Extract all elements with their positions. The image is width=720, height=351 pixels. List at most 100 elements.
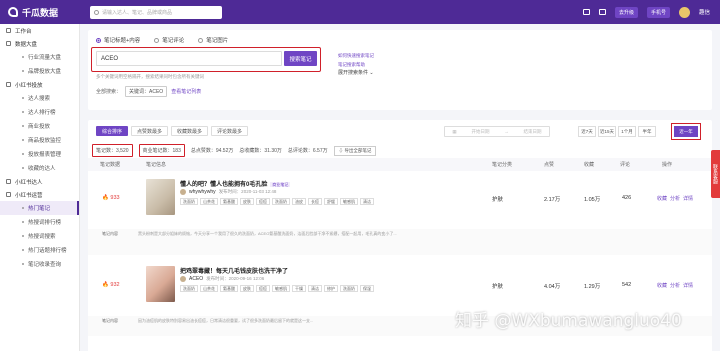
username[interactable]: 趣信 <box>699 8 710 16</box>
sidebar-item-label: 小红书投放 <box>15 82 43 89</box>
mobile-button[interactable]: 手机号 <box>646 6 670 18</box>
range-half-year[interactable]: 半年 <box>638 126 656 137</box>
range-1m[interactable]: 1个月 <box>618 126 636 137</box>
note-title[interactable]: 把鸡翠毒藏！每天几毛钱皮肤也洗干净了 <box>180 266 288 275</box>
keyword-input[interactable]: ACEO <box>96 51 282 66</box>
note-tag[interactable]: 长痘 <box>308 198 322 205</box>
date-start[interactable]: 开始日期 <box>471 129 489 135</box>
col-note-data[interactable]: 笔记数据 <box>100 161 120 168</box>
note-tag[interactable]: 洗面奶 <box>340 285 358 292</box>
detail-link[interactable]: 详情 <box>683 195 693 202</box>
sidebar-item[interactable]: 达人排行榜 <box>0 105 79 119</box>
sort-comprehensive[interactable]: 综合排序 <box>96 126 129 136</box>
analyze-link[interactable]: 分析 <box>670 195 680 202</box>
author-name[interactable]: ACEO <box>189 276 203 282</box>
how-to-search-link[interactable]: 如何快速搜索笔记 <box>338 51 374 60</box>
cart-icon[interactable] <box>582 9 590 15</box>
sidebar-item[interactable]: 小红书达人 <box>0 175 79 188</box>
note-tag[interactable]: 敏感肌 <box>272 285 290 292</box>
note-tag[interactable]: 修护 <box>324 285 338 292</box>
note-tag[interactable]: 山茶花 <box>200 285 218 292</box>
note-title[interactable]: 懂人的吧？懂人也能拥有0毛孔脸 商业笔记 <box>180 179 291 188</box>
sidebar-item[interactable]: 热搜词搜索 <box>0 229 79 243</box>
contact-support-button[interactable]: 联系客服 <box>711 150 720 198</box>
sidebar-item[interactable]: 热门话题排行榜 <box>0 243 79 257</box>
range-1y[interactable]: 近一年 <box>674 126 698 137</box>
col-note-info: 笔记信息 <box>146 162 167 168</box>
date-end[interactable]: 结束日期 <box>524 129 542 135</box>
sidebar-item[interactable]: 工作台 <box>0 24 79 37</box>
scope-option-title-content[interactable]: 笔记标题+内容 <box>96 36 140 44</box>
search-help-link[interactable]: 笔记搜索帮助 <box>338 60 374 69</box>
fire-icon: 🔥 <box>102 282 109 288</box>
note-tag[interactable]: 洗面奶 <box>180 198 198 205</box>
sidebar-item[interactable]: 商业投放 <box>0 119 79 133</box>
range-7d[interactable]: 近7天 <box>578 126 596 137</box>
analyze-link[interactable]: 分析 <box>670 282 680 289</box>
sidebar-item[interactable]: 小红书运营 <box>0 188 79 201</box>
note-thumbnail[interactable] <box>146 179 175 215</box>
sort-likes[interactable]: 点赞数最多 <box>131 126 169 136</box>
note-tag[interactable]: 干燥 <box>292 285 306 292</box>
note-tag[interactable]: 洗面奶 <box>180 285 198 292</box>
note-tag[interactable]: 洗面奶 <box>272 198 290 205</box>
sidebar-item[interactable]: 投放报表管理 <box>0 147 79 161</box>
keyword-filter-chip[interactable]: 关键词：ACEO <box>125 86 168 97</box>
author-name[interactable]: whywhywhy <box>189 189 216 195</box>
sidebar-item[interactable]: 收藏的达人 <box>0 161 79 175</box>
note-tag[interactable]: 氨基酸 <box>220 285 238 292</box>
upgrade-button[interactable]: 去升级 <box>614 6 638 18</box>
sidebar-item[interactable]: 品牌投放大盘 <box>0 64 79 78</box>
sidebar-item[interactable]: 行业流量大盘 <box>0 50 79 64</box>
sidebar-item[interactable]: 热门笔记 <box>0 201 79 215</box>
scope-option-comments[interactable]: 笔记评论 <box>154 36 184 44</box>
collect-link[interactable]: 收藏 <box>657 282 667 289</box>
view-notes-link[interactable]: 查看笔记列表 <box>171 88 201 95</box>
sort-collects[interactable]: 收藏数最多 <box>171 126 209 136</box>
avatar[interactable] <box>678 6 690 18</box>
note-tag[interactable]: 舒缓 <box>324 198 338 205</box>
range-15d[interactable]: 近15天 <box>598 126 616 137</box>
date-range-picker[interactable]: ▦ 开始日期 → 结束日期 <box>444 126 550 137</box>
col-likes[interactable]: 点赞 <box>544 161 554 168</box>
sidebar-item[interactable]: 小红书投放 <box>0 78 79 91</box>
sidebar-item[interactable]: 热搜词排行榜 <box>0 215 79 229</box>
sidebar-item-label: 投放报表管理 <box>28 152 62 158</box>
app-logo[interactable]: 千瓜数据 <box>0 6 80 19</box>
watermark: 知乎 @WXbumawangluo40 <box>455 311 682 331</box>
expand-filters-button[interactable]: 展开搜索条件 ⌄ <box>338 69 374 78</box>
publish-time: 发布时间：2020-11-03 12:48 <box>218 189 277 194</box>
sidebar-item[interactable]: 达人搜索 <box>0 91 79 105</box>
note-tag[interactable]: 清洁 <box>308 285 322 292</box>
scope-option-images[interactable]: 笔记图片 <box>198 36 228 44</box>
table-row[interactable]: 🔥 933 懂人的吧？懂人也能拥有0毛孔脸 商业笔记 whywhywhy 发布时间… <box>88 175 712 225</box>
bullet-icon <box>22 111 24 113</box>
sidebar-item[interactable]: 笔记收录查询 <box>0 257 79 271</box>
global-search-input[interactable]: 请输入达人、笔记、品牌或商品 <box>90 5 222 19</box>
note-thumbnail[interactable] <box>146 266 175 302</box>
col-collects[interactable]: 收藏 <box>584 161 594 168</box>
collect-link[interactable]: 收藏 <box>657 195 667 202</box>
table-row[interactable]: 🔥 932 把鸡翠毒藏！每天几毛钱皮肤也洗干净了 ACEO 发布时间：2020-… <box>88 262 712 312</box>
note-tag[interactable]: 山茶花 <box>200 198 218 205</box>
note-tag[interactable]: 皮肤 <box>240 198 254 205</box>
author-avatar <box>180 276 186 282</box>
sidebar-item-label: 品牌投放大盘 <box>28 69 62 75</box>
detail-link[interactable]: 详情 <box>683 282 693 289</box>
col-comments[interactable]: 评论 <box>620 161 630 168</box>
sort-comments[interactable]: 评论数最多 <box>211 126 249 136</box>
note-tag[interactable]: 保湿 <box>360 285 374 292</box>
export-notes-button[interactable]: ⇩ 导出全部笔记 <box>333 145 377 156</box>
bullet-icon <box>22 249 24 251</box>
note-tag[interactable]: 痘痘 <box>256 198 270 205</box>
sidebar-item[interactable]: 商品投放监控 <box>0 133 79 147</box>
mail-icon[interactable] <box>598 9 606 15</box>
search-notes-button[interactable]: 搜索笔记 <box>284 51 317 66</box>
note-tag[interactable]: 氨基酸 <box>220 198 238 205</box>
note-tag[interactable]: 痘痘 <box>256 285 270 292</box>
note-tag[interactable]: 皮肤 <box>240 285 254 292</box>
note-tag[interactable]: 油皮 <box>292 198 306 205</box>
sidebar-item[interactable]: 数据大盘 <box>0 37 79 50</box>
note-tag[interactable]: 清洁 <box>360 198 374 205</box>
note-tag[interactable]: 敏感肌 <box>340 198 358 205</box>
